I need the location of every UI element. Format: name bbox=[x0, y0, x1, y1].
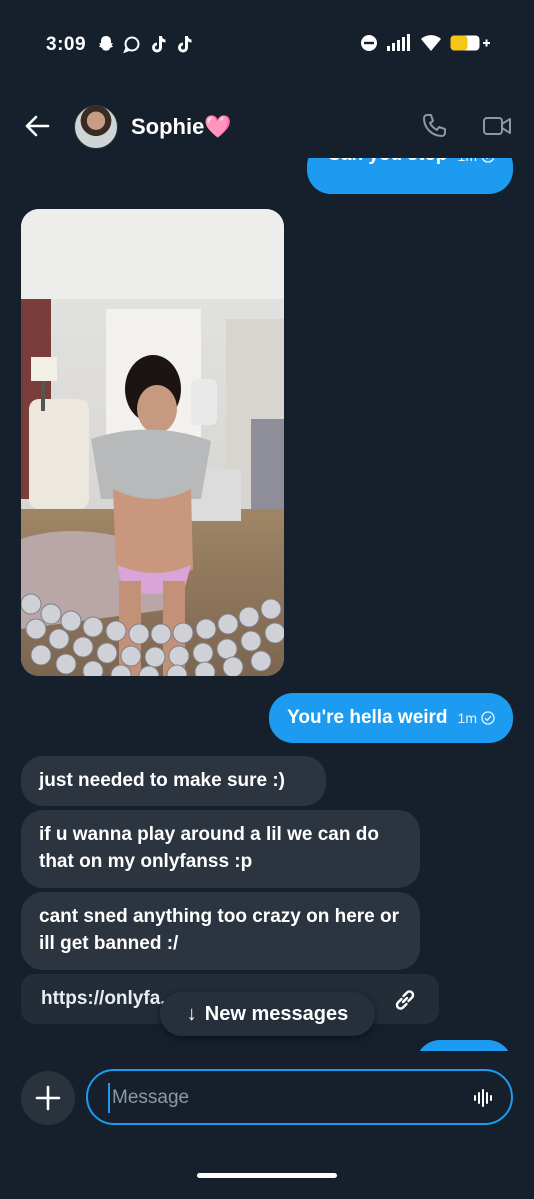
tiktok-icon bbox=[148, 34, 168, 54]
message-time: 1m bbox=[457, 710, 477, 726]
read-check-icon bbox=[481, 158, 495, 163]
message-meta: 1m bbox=[458, 158, 495, 164]
message-list[interactable]: Can you stop 1m bbox=[0, 158, 534, 1051]
conversation-header: Sophie🩷 bbox=[0, 96, 534, 158]
call-button[interactable] bbox=[420, 112, 448, 140]
sent-message-partial[interactable] bbox=[416, 1040, 512, 1051]
link-icon bbox=[391, 986, 419, 1020]
received-message[interactable]: just needed to make sure :) bbox=[21, 756, 326, 806]
avatar[interactable] bbox=[74, 105, 118, 149]
read-check-icon bbox=[481, 711, 495, 725]
status-time: 3:09 bbox=[46, 34, 87, 55]
system-icons bbox=[360, 34, 490, 57]
plus-icon bbox=[35, 1085, 61, 1111]
photo-image bbox=[21, 209, 284, 676]
new-messages-button[interactable]: ↓ New messages bbox=[160, 992, 375, 1036]
notification-icons bbox=[96, 34, 194, 54]
video-call-button[interactable] bbox=[482, 112, 512, 140]
chat-bubble-icon bbox=[122, 34, 142, 54]
received-message[interactable]: cant sned anything too crazy on here or … bbox=[21, 892, 420, 970]
do-not-disturb-icon bbox=[360, 34, 378, 57]
add-media-button[interactable] bbox=[21, 1071, 75, 1125]
home-indicator[interactable] bbox=[197, 1173, 337, 1178]
message-time: 1m bbox=[458, 158, 477, 164]
dm-screen: 3:09 Sophie🩷 You're hella weird 1m just … bbox=[0, 0, 534, 1199]
message-meta: 1m bbox=[458, 710, 495, 726]
message-text: You're hella weird bbox=[287, 707, 448, 728]
video-camera-icon bbox=[483, 117, 511, 135]
back-button[interactable] bbox=[22, 112, 54, 140]
phone-icon bbox=[423, 114, 446, 137]
status-bar: 3:09 bbox=[0, 26, 534, 66]
snapchat-icon bbox=[96, 34, 116, 54]
new-messages-label: New messages bbox=[204, 1002, 349, 1025]
voice-message-icon[interactable] bbox=[473, 1087, 495, 1114]
signal-icon bbox=[386, 34, 412, 57]
message-input-container[interactable] bbox=[86, 1069, 513, 1125]
sent-message[interactable]: Can you stop 1m bbox=[307, 158, 513, 194]
battery-charging-icon bbox=[450, 34, 490, 57]
message-input[interactable] bbox=[108, 1083, 454, 1113]
back-arrow-icon bbox=[25, 115, 50, 137]
arrow-down-icon: ↓ bbox=[186, 1002, 197, 1025]
message-text: Can you stop bbox=[327, 158, 447, 166]
received-photo[interactable] bbox=[21, 209, 284, 676]
sent-message[interactable]: You're hella weird 1m bbox=[269, 693, 513, 743]
received-message[interactable]: if u wanna play around a lil we can do t… bbox=[21, 810, 420, 888]
wifi-icon bbox=[420, 34, 442, 57]
message-composer bbox=[0, 1051, 534, 1199]
tiktok-icon bbox=[174, 34, 194, 54]
contact-name[interactable]: Sophie🩷 bbox=[131, 114, 232, 140]
